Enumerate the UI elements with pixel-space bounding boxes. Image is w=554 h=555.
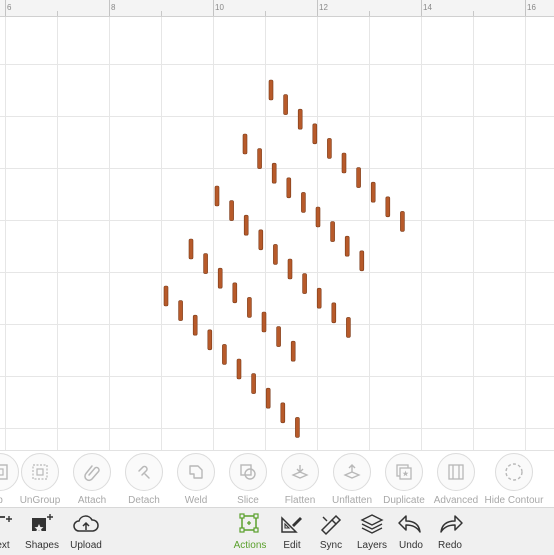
ruler-number: 8 xyxy=(111,3,116,12)
design-shape[interactable] xyxy=(192,314,198,336)
design-shape[interactable] xyxy=(222,344,227,365)
unflatten-icon xyxy=(333,453,371,491)
design-shape[interactable] xyxy=(207,329,213,351)
redo-icon xyxy=(422,512,478,536)
upload-icon xyxy=(58,512,114,536)
design-shape[interactable] xyxy=(297,108,303,130)
design-shape[interactable] xyxy=(229,200,234,221)
design-shapes[interactable] xyxy=(0,17,554,450)
redo-button[interactable]: Redo xyxy=(422,512,478,551)
weld-icon xyxy=(177,453,215,491)
ruler-major-tick xyxy=(421,0,422,16)
design-shape[interactable] xyxy=(283,94,288,115)
design-shape[interactable] xyxy=(301,192,306,213)
design-shape[interactable] xyxy=(315,206,321,228)
design-shape[interactable] xyxy=(312,123,318,145)
flatten-icon xyxy=(281,453,319,491)
ruler-number: 14 xyxy=(423,3,432,12)
ruler-major-tick xyxy=(5,0,6,16)
ruler-minor-tick xyxy=(265,11,266,16)
design-shape[interactable] xyxy=(178,300,183,321)
bottom-toolbar: ext Shapes Upload Actions Edit Sync La xyxy=(0,507,554,555)
upload-label: Upload xyxy=(70,540,102,551)
ruler-minor-tick xyxy=(161,11,162,16)
ungroup-icon xyxy=(21,453,59,491)
design-canvas[interactable] xyxy=(0,17,554,450)
design-shape[interactable] xyxy=(370,181,376,203)
design-shape[interactable] xyxy=(265,387,271,409)
design-shape[interactable] xyxy=(268,79,274,101)
design-shape[interactable] xyxy=(247,297,252,318)
ruler-minor-tick xyxy=(473,11,474,16)
design-shape[interactable] xyxy=(243,214,249,236)
redo-label: Redo xyxy=(438,540,462,551)
top-ruler: 6 8 10 12 14 16 xyxy=(0,0,554,17)
design-shape[interactable] xyxy=(330,221,335,242)
ruler-number: 16 xyxy=(527,3,536,12)
ruler-major-tick xyxy=(213,0,214,16)
action-bar: p UnGroup Attach Detach Weld Slice Fla xyxy=(0,450,554,508)
design-shape[interactable] xyxy=(261,311,267,333)
ruler-minor-tick xyxy=(369,11,370,16)
hide-contour-icon xyxy=(495,453,533,491)
design-shape[interactable] xyxy=(302,273,307,294)
ruler-minor-tick xyxy=(57,11,58,16)
design-shape[interactable] xyxy=(188,238,194,260)
duplicate-icon xyxy=(385,453,423,491)
design-shape[interactable] xyxy=(287,258,293,280)
detach-icon xyxy=(125,453,163,491)
design-shape[interactable] xyxy=(217,267,223,289)
design-shape[interactable] xyxy=(344,235,350,257)
design-shape[interactable] xyxy=(273,244,278,265)
advanced-icon xyxy=(437,453,475,491)
hide-contour-button[interactable]: Hide Contour xyxy=(480,453,548,506)
design-shape[interactable] xyxy=(290,340,296,362)
ruler-number: 12 xyxy=(319,3,328,12)
paperclip-icon xyxy=(73,453,111,491)
design-shape[interactable] xyxy=(242,133,248,155)
design-shape[interactable] xyxy=(280,402,286,424)
ruler-number: 6 xyxy=(7,3,12,12)
design-shape[interactable] xyxy=(251,373,256,394)
ruler-major-tick xyxy=(109,0,110,16)
design-shape[interactable] xyxy=(327,138,332,159)
design-shape[interactable] xyxy=(258,229,264,251)
design-shape[interactable] xyxy=(203,253,208,274)
design-shape[interactable] xyxy=(341,152,347,174)
design-shape[interactable] xyxy=(286,177,292,199)
hide-contour-label: Hide Contour xyxy=(484,495,544,506)
ruler-number: 10 xyxy=(215,3,224,12)
design-shape[interactable] xyxy=(214,185,220,207)
design-shape[interactable] xyxy=(236,358,242,380)
design-shape[interactable] xyxy=(163,285,169,307)
design-shape[interactable] xyxy=(276,326,281,347)
design-shape[interactable] xyxy=(359,250,365,272)
design-shape[interactable] xyxy=(257,148,262,169)
design-shape[interactable] xyxy=(232,282,238,304)
design-shape[interactable] xyxy=(295,417,300,438)
design-shape[interactable] xyxy=(331,302,337,324)
design-shape[interactable] xyxy=(400,211,405,232)
design-shape[interactable] xyxy=(385,196,391,218)
design-shape[interactable] xyxy=(316,287,322,309)
upload-button[interactable]: Upload xyxy=(58,512,114,551)
ruler-major-tick xyxy=(317,0,318,16)
slice-icon xyxy=(229,453,267,491)
design-shape[interactable] xyxy=(356,167,361,188)
design-shape[interactable] xyxy=(346,317,351,338)
ruler-major-tick xyxy=(525,0,526,16)
design-shape[interactable] xyxy=(271,162,277,184)
